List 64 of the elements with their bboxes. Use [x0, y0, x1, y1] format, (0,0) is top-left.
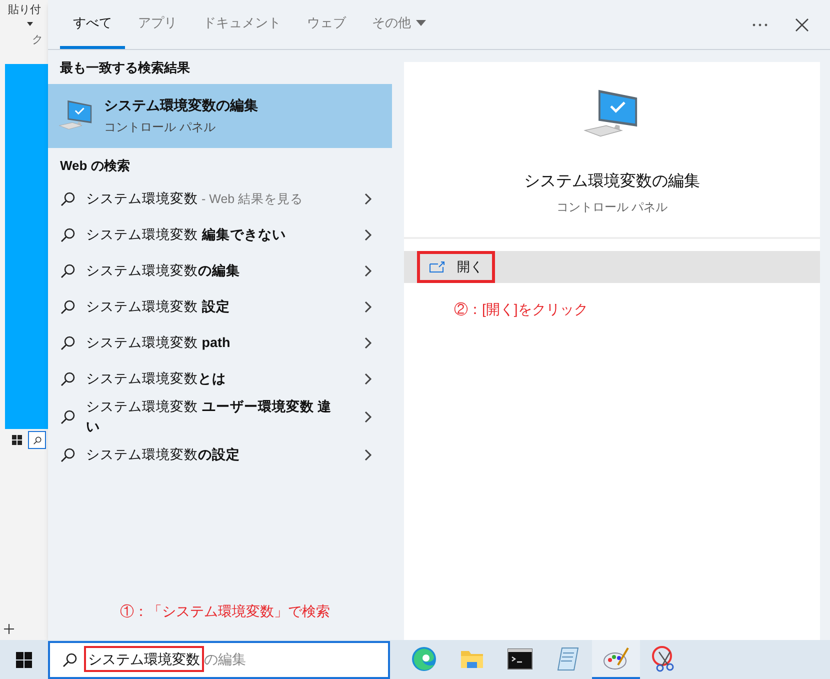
chevron-right-icon	[364, 301, 372, 313]
result-title: システム環境変数の編集	[104, 96, 258, 115]
chevron-right-icon	[364, 449, 372, 461]
best-match-result[interactable]: システム環境変数の編集 コントロール パネル	[48, 84, 392, 148]
chevron-right-icon	[364, 229, 372, 241]
search-icon	[60, 447, 76, 463]
suggestion-text: システム環境変数 - Web 結果を見る	[86, 190, 304, 208]
suggestion-text: システム環境変数 編集できない	[86, 226, 287, 244]
web-search-suggestion[interactable]: システム環境変数の設定	[48, 437, 392, 473]
tab[interactable]: ウェブ	[294, 0, 359, 49]
web-search-suggestion[interactable]: システム環境変数の編集	[48, 253, 392, 289]
search-icon	[62, 652, 78, 668]
web-search-suggestion[interactable]: システム環境変数 ユーザー環境変数 違い	[48, 397, 392, 437]
search-icon	[60, 371, 76, 387]
close-icon	[795, 18, 809, 32]
tab[interactable]: アプリ	[125, 0, 190, 49]
annotation-text: ②：[開く]をクリック	[453, 300, 589, 319]
taskbar-search-field[interactable]: システム環境変数 の編集	[48, 640, 390, 678]
windows-logo-icon	[16, 652, 32, 668]
search-icon	[60, 299, 76, 315]
web-search-suggestion[interactable]: システム環境変数 - Web 結果を見る	[48, 181, 392, 217]
chevron-right-icon	[364, 373, 372, 385]
tab[interactable]: すべて	[60, 0, 125, 49]
search-icon	[32, 436, 42, 444]
suggestion-text: システム環境変数 設定	[86, 298, 231, 316]
search-text: システム環境変数 の編集	[84, 649, 246, 670]
paint-palette-icon[interactable]	[602, 644, 630, 672]
computer-icon	[58, 98, 94, 132]
annotation-text: ①：「システム環境変数」で検索	[119, 602, 331, 621]
tab[interactable]: その他	[359, 0, 439, 49]
section-heading: 最も一致する検索結果	[59, 59, 191, 77]
search-icon	[60, 335, 76, 351]
suggestion-text: システム環境変数 path	[86, 334, 232, 352]
suggestion-text: システム環境変数の編集	[86, 262, 241, 280]
suggestion-text: システム環境変数の設定	[86, 446, 241, 464]
web-search-suggestion[interactable]: システム環境変数 設定	[48, 289, 392, 325]
search-icon	[60, 263, 76, 279]
web-search-suggestion[interactable]: システム環境変数とは	[48, 361, 392, 397]
search-icon	[60, 409, 76, 425]
chevron-right-icon	[364, 411, 372, 423]
chevron-right-icon	[364, 337, 372, 349]
open-external-icon	[429, 261, 445, 273]
search-icon	[60, 191, 76, 207]
more-icon	[752, 23, 768, 27]
suggestion-text: システム環境変数とは	[86, 370, 227, 388]
caret-down-icon	[27, 22, 33, 26]
search-icon	[60, 227, 76, 243]
edge-icon[interactable]	[410, 644, 438, 672]
chevron-right-icon	[364, 193, 372, 205]
tab[interactable]: ドキュメント	[190, 0, 294, 49]
result-subtitle: コントロール パネル	[104, 119, 216, 136]
web-search-suggestion[interactable]: システム環境変数 path	[48, 325, 392, 361]
windows-logo-icon	[12, 435, 22, 445]
suggestion-text: システム環境変数 ユーザー環境変数 違い	[86, 398, 333, 436]
open-button[interactable]: 開く	[417, 251, 495, 283]
ribbon-group-label: ク	[31, 32, 44, 48]
section-heading: Web の検索	[59, 156, 131, 174]
preview-subtitle: コントロール パネル	[556, 199, 668, 216]
web-search-suggestion[interactable]: システム環境変数 編集できない	[48, 217, 392, 253]
move-icon	[4, 624, 14, 634]
chevron-right-icon	[364, 265, 372, 277]
ribbon-label: 貼り付	[7, 3, 42, 18]
caret-down-icon	[416, 20, 426, 26]
preview-title: システム環境変数の編集	[524, 172, 700, 192]
